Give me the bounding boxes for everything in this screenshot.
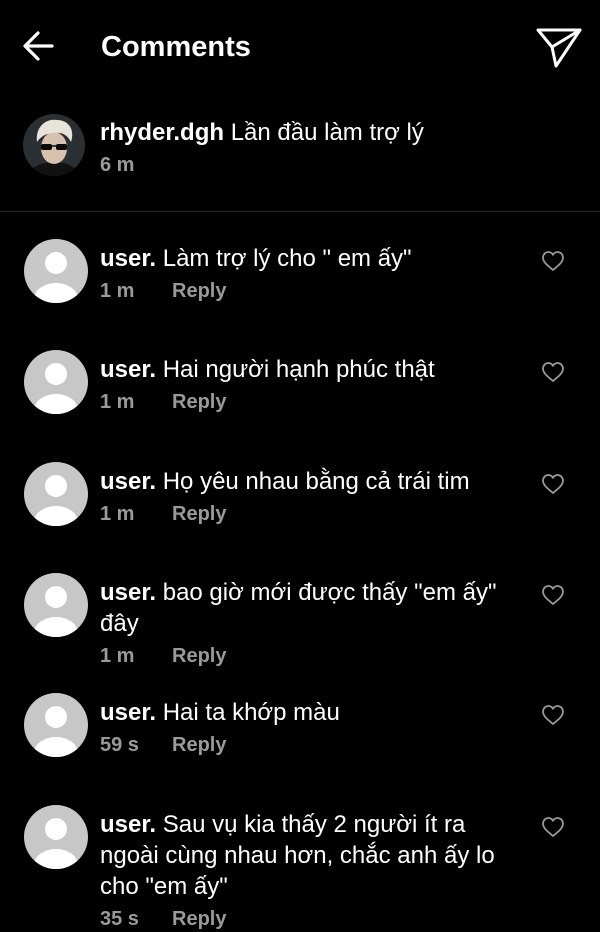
comment-meta: 1 m Reply bbox=[100, 643, 530, 669]
default-avatar-icon bbox=[34, 475, 78, 526]
default-avatar-icon bbox=[34, 818, 78, 869]
comment-meta: 35 s Reply bbox=[100, 906, 530, 932]
comment-username[interactable]: user. bbox=[100, 468, 156, 495]
comment-body: user. bao giờ mới được thấy "em ấy" đây … bbox=[100, 577, 530, 669]
send-icon bbox=[536, 28, 582, 68]
default-avatar-icon bbox=[34, 363, 78, 414]
like-button[interactable] bbox=[540, 815, 566, 839]
comment-meta: 1 m Reply bbox=[100, 278, 530, 304]
like-button[interactable] bbox=[540, 583, 566, 607]
comment-body: user. Hai ta khớp màu 59 s Reply bbox=[100, 697, 530, 758]
comment-username[interactable]: user. bbox=[100, 356, 156, 383]
comment-meta: 1 m Reply bbox=[100, 501, 530, 527]
like-button[interactable] bbox=[540, 472, 566, 496]
heart-icon bbox=[542, 817, 564, 837]
caption-username[interactable]: rhyder.dgh bbox=[100, 119, 224, 146]
comment-text: bao giờ mới được thấy "em ấy" đây bbox=[100, 579, 497, 637]
divider bbox=[0, 211, 600, 212]
comment-body: user. Họ yêu nhau bằng cả trái tim 1 m R… bbox=[100, 466, 530, 527]
heart-icon bbox=[542, 251, 564, 271]
comment-time: 1 m bbox=[100, 391, 135, 413]
back-button[interactable] bbox=[18, 26, 60, 68]
comment-time: 35 s bbox=[100, 908, 139, 930]
page-title: Comments bbox=[101, 31, 251, 63]
reply-button[interactable]: Reply bbox=[172, 906, 226, 932]
comment-body: user. Sau vụ kia thấy 2 người ít ra ngoà… bbox=[100, 809, 530, 932]
avatar[interactable] bbox=[24, 805, 88, 869]
caption-text: Lần đầu làm trợ lý bbox=[230, 119, 424, 146]
like-button[interactable] bbox=[540, 360, 566, 384]
comment-text: Làm trợ lý cho " em ấy" bbox=[162, 245, 412, 272]
comment-body: user. Làm trợ lý cho " em ấy" 1 m Reply bbox=[100, 243, 530, 304]
comment-meta: 1 m Reply bbox=[100, 389, 530, 415]
comment-username[interactable]: user. bbox=[100, 811, 156, 838]
comment-username[interactable]: user. bbox=[100, 699, 156, 726]
arrow-left-icon bbox=[23, 31, 54, 61]
top-bar: Comments bbox=[0, 0, 600, 95]
avatar[interactable] bbox=[24, 239, 88, 303]
comment-username[interactable]: user. bbox=[100, 579, 156, 606]
heart-icon bbox=[542, 474, 564, 494]
comment-time: 59 s bbox=[100, 734, 139, 756]
reply-button[interactable]: Reply bbox=[172, 389, 226, 415]
comment-username[interactable]: user. bbox=[100, 245, 156, 272]
reply-button[interactable]: Reply bbox=[172, 278, 226, 304]
like-button[interactable] bbox=[540, 703, 566, 727]
heart-icon bbox=[542, 585, 564, 605]
comment-text: Hai người hạnh phúc thật bbox=[162, 356, 435, 383]
post-caption: rhyder.dgh Lần đầu làm trợ lý 6 m bbox=[0, 95, 600, 211]
default-avatar-icon bbox=[34, 586, 78, 637]
avatar[interactable] bbox=[23, 114, 85, 176]
avatar[interactable] bbox=[24, 462, 88, 526]
heart-icon bbox=[542, 705, 564, 725]
reply-button[interactable]: Reply bbox=[172, 643, 226, 669]
reply-button[interactable]: Reply bbox=[172, 501, 226, 527]
reply-button[interactable]: Reply bbox=[172, 732, 226, 758]
comment-meta: 59 s Reply bbox=[100, 732, 530, 758]
avatar[interactable] bbox=[24, 693, 88, 757]
comment-time: 1 m bbox=[100, 645, 135, 667]
comment-text: Hai ta khớp màu bbox=[162, 699, 340, 726]
like-button[interactable] bbox=[540, 249, 566, 273]
comment-time: 1 m bbox=[100, 503, 135, 525]
share-button[interactable] bbox=[534, 24, 584, 70]
comment-time: 1 m bbox=[100, 280, 135, 302]
comment-text: Họ yêu nhau bằng cả trái tim bbox=[162, 468, 470, 495]
comment-body: user. Hai người hạnh phúc thật 1 m Reply bbox=[100, 354, 530, 415]
default-avatar-icon bbox=[34, 706, 78, 757]
caption-body: rhyder.dgh Lần đầu làm trợ lý 6 m bbox=[100, 117, 570, 178]
default-avatar-icon bbox=[34, 252, 78, 303]
caption-time: 6 m bbox=[100, 154, 135, 176]
comment-text: Sau vụ kia thấy 2 người ít ra ngoài cùng… bbox=[100, 811, 495, 900]
heart-icon bbox=[542, 362, 564, 382]
profile-photo bbox=[23, 114, 85, 176]
avatar[interactable] bbox=[24, 350, 88, 414]
avatar[interactable] bbox=[24, 573, 88, 637]
